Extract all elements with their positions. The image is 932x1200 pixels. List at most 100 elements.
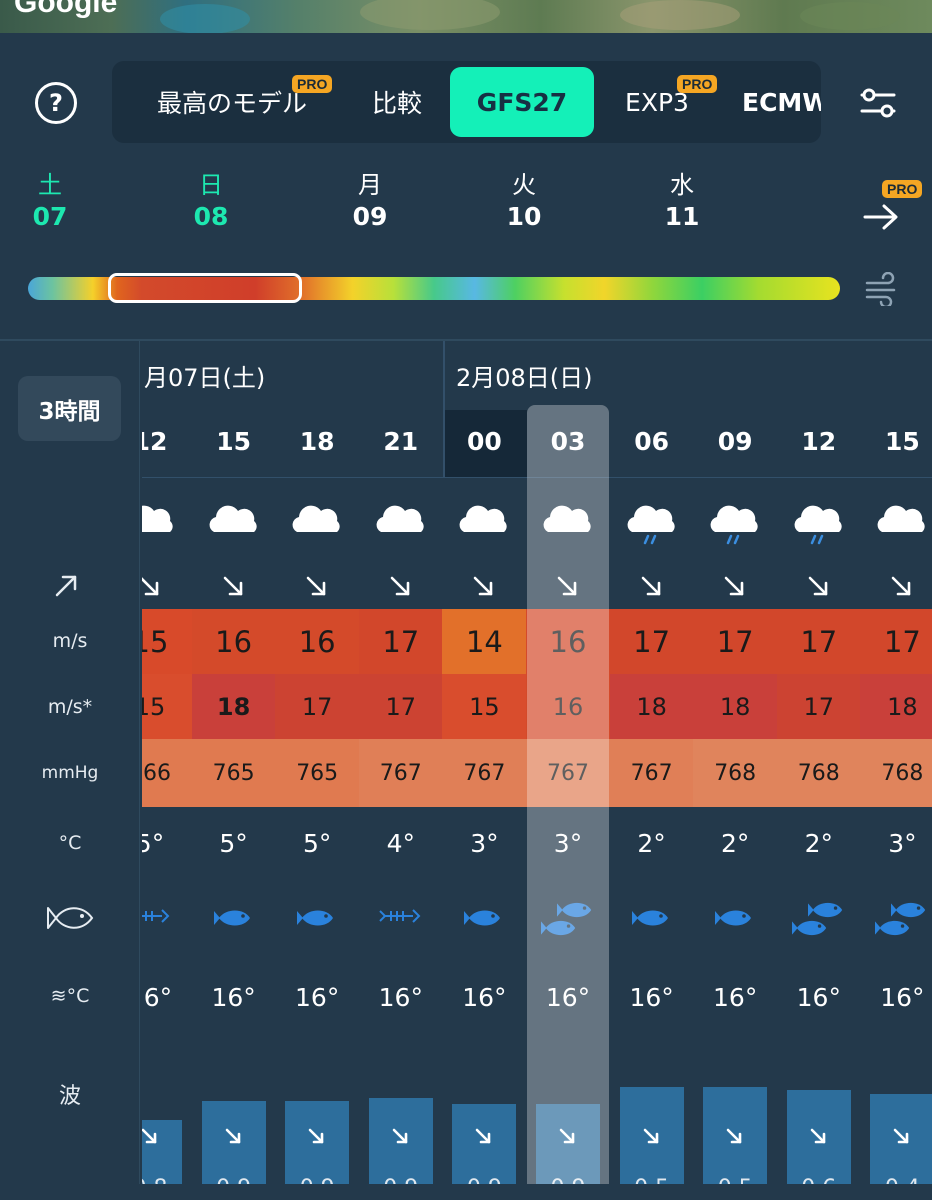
fish-icon — [526, 896, 610, 940]
cloud-icon — [860, 498, 932, 548]
day-sat[interactable]: 土 07 — [10, 170, 90, 234]
cloud-icon — [526, 498, 610, 548]
day-of-week: 土 — [38, 171, 62, 199]
gust-cell: 18 — [860, 674, 932, 739]
temperature-value: 5° — [302, 829, 332, 858]
fish-icon — [47, 907, 94, 929]
wind-cell: 17 — [609, 609, 694, 674]
rain-cloud-icon — [693, 498, 777, 548]
temperature-value: 3° — [553, 829, 583, 858]
wind-direction-arrow-icon — [359, 572, 443, 602]
wind-cell: 17 — [860, 609, 932, 674]
fish-bone-icon — [359, 896, 443, 940]
fish-icon — [442, 896, 526, 940]
cloud-icon — [192, 498, 276, 548]
hour-label: 15 — [216, 427, 251, 456]
water-temperature-value: 16° — [545, 983, 591, 1012]
wave-direction-arrow-icon — [285, 1122, 349, 1152]
pressure-cell: 767 — [526, 739, 610, 807]
wind-cell: 17 — [776, 609, 861, 674]
water-temperature-value: 16° — [211, 983, 256, 1012]
fish-icon — [192, 896, 276, 940]
pressure-cell: 768 — [860, 739, 932, 807]
wind-cell: 16 — [275, 609, 360, 674]
arrow-ne-icon — [55, 575, 77, 597]
fish-icon — [860, 896, 932, 940]
day-number: 07 — [32, 202, 68, 231]
hour-label: 03 — [550, 427, 586, 456]
water-temperature-value: 16° — [462, 983, 507, 1012]
wind-direction-arrow-icon — [610, 572, 694, 602]
wave-direction-arrow-icon — [452, 1122, 516, 1152]
wave-label: 波 — [58, 1084, 81, 1109]
pressure-label: mmHg — [41, 763, 99, 783]
temperature-value: 4° — [386, 829, 415, 858]
wind-direction-arrow-icon — [192, 572, 276, 602]
wave-direction-arrow-icon — [369, 1122, 433, 1152]
fish-icon — [275, 896, 359, 940]
temperature-value: 3° — [470, 829, 499, 858]
gust-cell: 17 — [776, 674, 861, 739]
wind-direction-arrow-icon — [526, 572, 610, 602]
water-temperature-value: 16° — [796, 983, 841, 1012]
wind-cell: 17 — [358, 609, 443, 674]
gust-cell: 17 — [275, 674, 360, 739]
water-temperature-value: 16° — [713, 983, 758, 1012]
water-temperature-value: 16° — [295, 983, 340, 1012]
wind-direction-arrow-icon — [860, 572, 932, 602]
rain-cloud-icon — [777, 498, 861, 548]
water-temperature-value: 16° — [629, 983, 674, 1012]
water-temperature-value: 16° — [880, 983, 925, 1012]
hour-label: 00 — [466, 427, 502, 456]
fish-activity-label — [0, 902, 140, 934]
gust-cell: 16 — [526, 674, 610, 739]
wave-direction-arrow-icon — [620, 1122, 684, 1152]
wind-speed-label: m/s — [52, 630, 88, 652]
fish-icon — [610, 896, 694, 940]
help-button[interactable]: ? — [35, 82, 77, 124]
temperature-value: 5° — [219, 829, 248, 858]
wind-cell: 16 — [191, 609, 276, 674]
wave-direction-arrow-icon — [870, 1122, 932, 1152]
hour-label: 06 — [634, 427, 669, 456]
wind-cell: 14 — [442, 609, 527, 674]
hour-label: 12 — [801, 427, 837, 456]
rain-cloud-icon — [610, 498, 694, 548]
bottom-edge — [0, 1184, 932, 1200]
wind-cell: 16 — [526, 609, 610, 674]
gust-cell: 17 — [358, 674, 443, 739]
fish-icon — [777, 896, 861, 940]
gust-cell: 18 — [693, 674, 778, 739]
hour-label: 21 — [383, 427, 419, 456]
wind-direction-arrow-icon — [275, 572, 359, 602]
pressure-cell: 767 — [442, 739, 527, 807]
cloud-icon — [275, 498, 359, 548]
fish-icon — [693, 896, 777, 940]
wave-direction-arrow-icon — [202, 1122, 266, 1152]
hour-label: 18 — [299, 427, 335, 456]
pressure-cell: 768 — [693, 739, 778, 807]
pressure-cell: 765 — [275, 739, 360, 807]
wind-direction-arrow-icon — [442, 572, 526, 602]
temperature-value: 2° — [720, 829, 750, 858]
wave-direction-arrow-icon — [703, 1122, 767, 1152]
hour-label: 15 — [884, 427, 920, 456]
water-temperature-label: ≋°C — [50, 985, 90, 1007]
gust-label: m/s* — [47, 696, 93, 718]
wind-cell: 17 — [693, 609, 778, 674]
question-icon: ? — [49, 89, 63, 117]
interval-button[interactable]: 3時間 — [18, 376, 121, 441]
wind-direction-arrow-icon — [693, 572, 777, 602]
gust-cell: 18 — [609, 674, 694, 739]
row-separator — [142, 477, 932, 478]
temperature-value: 2° — [637, 829, 666, 858]
pressure-cell: 765 — [191, 739, 276, 807]
wave-direction-arrow-icon — [536, 1122, 600, 1152]
wind-direction-arrow-icon — [777, 572, 861, 602]
pressure-cell: 768 — [776, 739, 861, 807]
pressure-cell: 767 — [358, 739, 443, 807]
cloud-icon — [359, 498, 443, 548]
gust-cell: 18 — [191, 674, 276, 739]
temperature-value: 2° — [804, 829, 833, 858]
hour-label: 09 — [717, 427, 753, 456]
